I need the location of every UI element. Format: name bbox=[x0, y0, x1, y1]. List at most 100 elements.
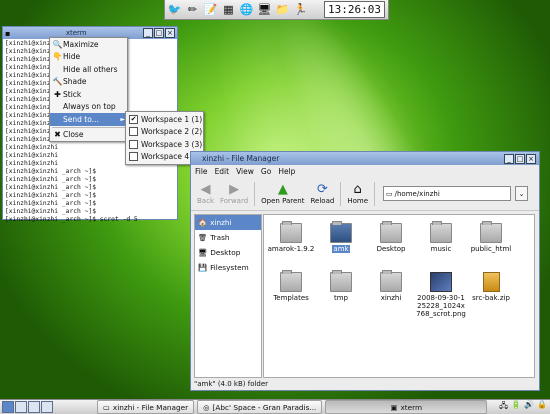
file-item[interactable]: public_html bbox=[466, 221, 516, 253]
terminal-line: [xinzhi@xinzhi _arch ~]$ bbox=[5, 176, 96, 183]
close-button[interactable]: × bbox=[526, 153, 536, 164]
minimize-button[interactable]: _ bbox=[504, 153, 514, 164]
image-file-icon bbox=[430, 272, 452, 292]
menu-file[interactable]: File bbox=[195, 167, 208, 176]
file-item[interactable]: Desktop bbox=[366, 221, 416, 253]
menu-item-label: Maximize bbox=[63, 39, 99, 49]
close-button[interactable]: × bbox=[164, 28, 175, 38]
system-tray: 🖧 🔋 🔊 🔒 bbox=[499, 400, 547, 414]
toolbar-separator bbox=[374, 181, 375, 206]
menu-help[interactable]: Help bbox=[278, 167, 295, 176]
menu-item-always-on-top[interactable]: Always on top bbox=[50, 101, 127, 114]
menu-go[interactable]: Go bbox=[261, 167, 271, 176]
calculator-icon[interactable]: ▦ bbox=[221, 2, 236, 17]
menu-item-label: Send to... bbox=[63, 114, 99, 124]
runner-icon[interactable]: 🏃 bbox=[293, 2, 308, 17]
checkbox[interactable] bbox=[129, 127, 138, 137]
network-icon[interactable]: 🖧 bbox=[499, 400, 508, 414]
side-pane-item-xinzhi[interactable]: 🏠 xinzhi bbox=[195, 215, 261, 230]
task-button[interactable]: ▣ xterm bbox=[325, 400, 488, 414]
file-item[interactable]: 2008-09-30-125228_1024x768_scrot.png bbox=[416, 272, 466, 318]
window-menu-icon[interactable]: ▪ bbox=[5, 29, 10, 38]
menu-item-stick[interactable]: ✚ Stick bbox=[50, 88, 127, 101]
folder-icon bbox=[330, 221, 352, 243]
file-item[interactable]: amarok-1.9.2 bbox=[266, 221, 316, 253]
task-button[interactable]: ▭ xinzhi - File Manager bbox=[97, 400, 195, 414]
desktop-icon: 🖥 bbox=[198, 248, 208, 257]
workspace-menu-item-1[interactable]: ✔ Workspace 1 (1) bbox=[126, 113, 203, 126]
terminal-line: [xinzhi@xinzhi _arch ~]$ bbox=[5, 200, 96, 207]
top-panel: 🐦 ✏ 📝 ▦ 🌐 🖥 📁 🏃 13:26:03 bbox=[164, 0, 389, 20]
launcher-group: 🐦 ✏ 📝 ▦ 🌐 🖥 📁 🏃 bbox=[167, 2, 308, 17]
location-dropdown-button[interactable]: ⌄ bbox=[515, 186, 528, 201]
file-item[interactable]: amk bbox=[316, 221, 366, 253]
volume-icon[interactable]: 🔊 bbox=[524, 400, 534, 414]
menu-edit[interactable]: Edit bbox=[215, 167, 230, 176]
xterm-title: xterm bbox=[65, 29, 87, 37]
menu-item-label: Shade bbox=[63, 77, 87, 87]
monitor-icon[interactable]: 🖥 bbox=[257, 2, 272, 17]
bird-icon[interactable]: 🐦 bbox=[167, 2, 182, 17]
menu-item-label: Workspace 2 (2) bbox=[141, 127, 203, 137]
location-field[interactable]: ▭ /home/xinzhi bbox=[383, 186, 511, 201]
menu-item-hide-all-others[interactable]: Hide all others bbox=[50, 63, 127, 76]
folder-icon bbox=[380, 221, 402, 243]
checkbox[interactable]: ✔ bbox=[129, 114, 138, 124]
menu-item-maximize[interactable]: 🔍 Maximize bbox=[50, 38, 127, 51]
workspace-menu-item-3[interactable]: Workspace 3 (3) bbox=[126, 138, 203, 151]
file-item[interactable]: src-bak.zip bbox=[466, 272, 516, 302]
menu-view[interactable]: View bbox=[236, 167, 254, 176]
clock[interactable]: 13:26:03 bbox=[324, 1, 385, 18]
file-name: Templates bbox=[273, 294, 309, 302]
side-pane-label: Trash bbox=[210, 233, 230, 242]
file-manager-titlebar[interactable]: xinzhi - File Manager _ □ × bbox=[191, 152, 539, 165]
workspace-2-button[interactable] bbox=[15, 401, 27, 413]
menu-bar: File Edit View Go Help bbox=[191, 165, 539, 177]
checkbox[interactable] bbox=[129, 152, 138, 162]
folder-icon bbox=[480, 221, 502, 243]
maximize-button[interactable]: □ bbox=[515, 153, 525, 164]
menu-item-send-to[interactable]: Send to... ► bbox=[50, 113, 127, 126]
side-pane: 🏠 xinzhi 🗑 Trash 🖥 Desktop 💾 Filesystem bbox=[194, 214, 262, 378]
folder-icon bbox=[430, 221, 452, 243]
workspace-3-button[interactable] bbox=[28, 401, 40, 413]
icon-view[interactable]: amarok-1.9.2 amk Desktop music public_html Te… bbox=[263, 214, 535, 378]
menu-item-label: Hide bbox=[63, 52, 81, 62]
file-manager-window[interactable]: xinzhi - File Manager _ □ × File Edit View Go… bbox=[190, 151, 540, 391]
back-button[interactable]: ◀ Back bbox=[194, 182, 217, 205]
side-pane-item-trash[interactable]: 🗑 Trash bbox=[195, 230, 261, 245]
globe-icon[interactable]: 🌐 bbox=[239, 2, 254, 17]
workspace-pager[interactable] bbox=[2, 401, 54, 413]
pencil-eraser-icon[interactable]: ✏ bbox=[185, 2, 200, 17]
file-item[interactable]: tmp bbox=[316, 270, 366, 302]
file-item[interactable]: xinzhi bbox=[366, 270, 416, 302]
side-pane-label: Filesystem bbox=[210, 263, 249, 272]
task-button[interactable]: ◎ [Abc' Space - Gran Paradis... bbox=[197, 400, 323, 414]
menu-item-shade[interactable]: 🔨 Shade bbox=[50, 76, 127, 89]
harddisk-icon: 💾 bbox=[198, 263, 208, 272]
maximize-button[interactable]: □ bbox=[153, 28, 164, 38]
lock-icon[interactable]: 🔒 bbox=[537, 400, 547, 414]
minimize-button[interactable]: _ bbox=[142, 28, 153, 38]
power-icon[interactable]: 🔋 bbox=[511, 400, 521, 414]
checkbox[interactable] bbox=[129, 139, 138, 149]
side-pane-item-filesystem[interactable]: 💾 Filesystem bbox=[195, 260, 261, 275]
file-item[interactable]: Templates bbox=[266, 270, 316, 302]
home-button[interactable]: ⌂ Home bbox=[344, 182, 371, 205]
workspace-1-button[interactable] bbox=[2, 401, 14, 413]
side-pane-item-desktop[interactable]: 🖥 Desktop bbox=[195, 245, 261, 260]
menu-item-hide[interactable]: 👇 Hide bbox=[50, 51, 127, 64]
folder-icon bbox=[330, 270, 352, 292]
workspace-menu-item-2[interactable]: Workspace 2 (2) bbox=[126, 126, 203, 139]
menu-item-label: Close bbox=[63, 130, 84, 140]
file-item[interactable]: music bbox=[416, 221, 466, 253]
text-editor-icon[interactable]: 📝 bbox=[203, 2, 218, 17]
workspace-4-button[interactable] bbox=[41, 401, 53, 413]
menu-item-close[interactable]: ✖ Close bbox=[50, 129, 127, 142]
close-icon: ✖ bbox=[54, 130, 61, 140]
folder-icon[interactable]: 📁 bbox=[275, 2, 290, 17]
forward-button[interactable]: ▶ Forward bbox=[217, 182, 251, 205]
open-parent-button[interactable]: ▲ Open Parent bbox=[258, 182, 307, 205]
menu-separator bbox=[52, 126, 125, 128]
reload-button[interactable]: ⟳ Reload bbox=[308, 182, 338, 205]
